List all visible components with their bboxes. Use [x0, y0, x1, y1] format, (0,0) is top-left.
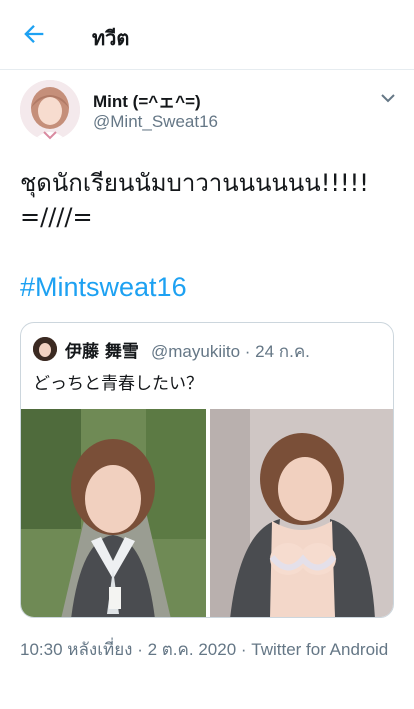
- quoted-author-avatar: [33, 337, 57, 361]
- tweet-text: ชุดนักเรียนนัมบาวานนนนนน!!!!! =////=: [20, 169, 369, 231]
- quoted-media: [21, 409, 393, 617]
- author-handle[interactable]: @Mint_Sweat16: [93, 112, 218, 132]
- tweet-timestamp: 10:30 หลังเที่ยง · 2 ต.ค. 2020 · Twitter…: [20, 640, 389, 659]
- quoted-photo-2[interactable]: [210, 409, 393, 617]
- quoted-tweet-card[interactable]: 伊藤 舞雪 @mayukiito · 24 ก.ค. どっちと青春したい？: [20, 322, 394, 618]
- back-arrow-icon[interactable]: [20, 20, 48, 48]
- quoted-tweet-text: どっちと青春したい？: [33, 374, 203, 394]
- author-avatar[interactable]: [20, 80, 80, 140]
- quoted-author-meta: @mayukiito · 24 ก.ค.: [151, 342, 310, 361]
- quoted-author-name: 伊藤 舞雪: [65, 342, 139, 362]
- top-bar: ทวีต: [0, 0, 414, 70]
- hashtag-link[interactable]: #Mintsweat16: [20, 272, 187, 303]
- page-title: ทวีต: [92, 28, 130, 50]
- quoted-photo-1[interactable]: [21, 409, 206, 617]
- chevron-down-icon[interactable]: [378, 88, 398, 108]
- tweet-author: Mint (=^ェ^=) @Mint_Sweat16: [20, 80, 400, 142]
- author-display-name[interactable]: Mint (=^ェ^=): [93, 87, 201, 112]
